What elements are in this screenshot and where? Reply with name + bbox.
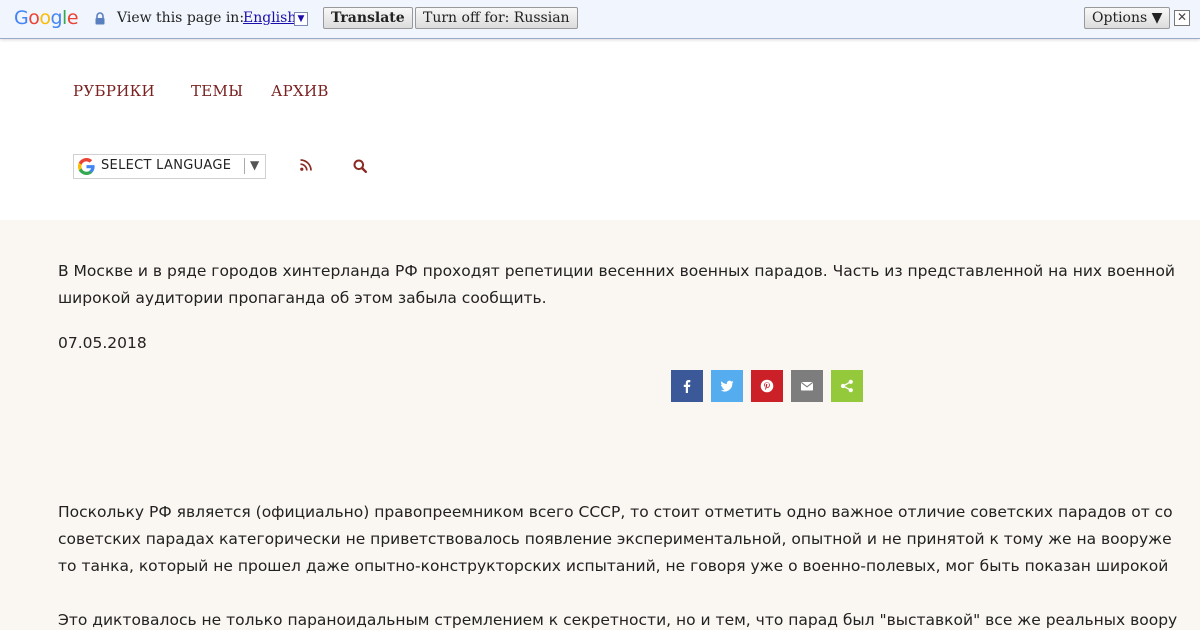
search-icon[interactable] — [353, 159, 367, 173]
twitter-icon — [720, 380, 734, 392]
lock-icon — [95, 12, 105, 25]
logo-letter: o — [28, 7, 40, 29]
paragraph-line: советских парадах категорически не приве… — [58, 530, 1172, 548]
google-translate-bar: Google View this page in: English ▼ Tran… — [0, 0, 1200, 39]
logo-letter: G — [14, 7, 29, 29]
view-page-label: View this page in: — [117, 10, 245, 26]
paragraph-line: то танка, который не прошел даже опытно-… — [58, 557, 1169, 575]
pinterest-icon — [760, 379, 774, 393]
lead-line: В Москве и в ряде городов хинтерланда РФ… — [58, 262, 1175, 280]
facebook-share-button[interactable] — [671, 370, 703, 402]
nav-item-rubrics[interactable]: РУБРИКИ — [73, 82, 155, 100]
logo-letter: o — [39, 7, 51, 29]
article-lead: В Москве и в ряде городов хинтерланда РФ… — [58, 258, 1175, 312]
article-date: 07.05.2018 — [58, 334, 147, 352]
logo-letter: g — [50, 7, 63, 29]
google-logo: Google — [14, 7, 79, 29]
translate-button[interactable]: Translate — [323, 7, 413, 29]
email-icon — [800, 381, 814, 391]
email-share-button[interactable] — [791, 370, 823, 402]
paragraph-line: Поскольку РФ является (официально) право… — [58, 503, 1173, 521]
dropdown-arrow-icon: ▼ — [250, 158, 260, 172]
language-dropdown[interactable]: English — [243, 10, 296, 26]
pinterest-share-button[interactable] — [751, 370, 783, 402]
lead-line: широкой аудитории пропаганда об этом заб… — [58, 289, 547, 307]
options-button[interactable]: Options ▼ — [1084, 7, 1171, 29]
share-icon — [840, 379, 853, 393]
more-share-button[interactable] — [831, 370, 863, 402]
divider — [244, 158, 245, 174]
google-g-icon — [78, 158, 95, 175]
nav-item-topics[interactable]: ТЕМЫ — [191, 82, 243, 100]
article-paragraph: Поскольку РФ является (официально) право… — [58, 499, 1173, 580]
nav-item-archive[interactable]: АРХИВ — [271, 82, 329, 100]
language-select[interactable]: SELECT LANGUAGE ▼ — [73, 154, 266, 179]
rss-icon[interactable] — [300, 159, 312, 171]
turn-off-button[interactable]: Turn off for: Russian — [415, 7, 578, 29]
logo-letter: e — [66, 7, 79, 29]
select-language-label: SELECT LANGUAGE — [101, 158, 232, 173]
twitter-share-button[interactable] — [711, 370, 743, 402]
chevron-down-icon[interactable]: ▼ — [294, 12, 308, 26]
close-icon[interactable]: ✕ — [1174, 10, 1190, 26]
facebook-icon — [683, 380, 691, 393]
